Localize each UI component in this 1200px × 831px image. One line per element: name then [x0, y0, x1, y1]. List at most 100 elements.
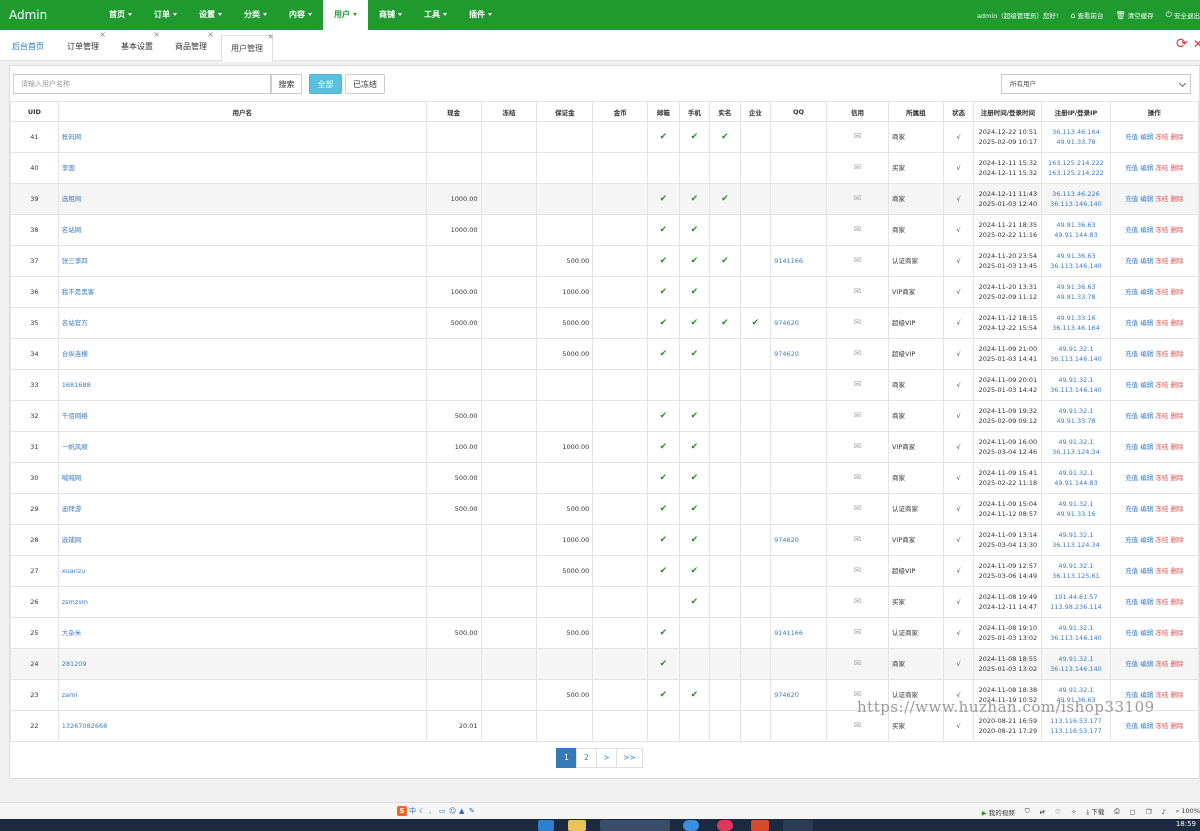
register-ip[interactable]: 36.113.46.226 [1045, 189, 1106, 199]
delete-link[interactable]: 删除 [1170, 133, 1183, 141]
edit-link[interactable]: 编辑 [1140, 133, 1153, 141]
edit-link[interactable]: 编辑 [1140, 319, 1153, 327]
tab-3[interactable]: 商品管理 × [175, 30, 214, 61]
delete-link[interactable]: 删除 [1170, 350, 1183, 358]
delete-link[interactable]: 删除 [1170, 288, 1183, 296]
login-ip[interactable]: 36.113.124.34 [1045, 447, 1106, 457]
nav-item-7[interactable]: 工具 [413, 0, 458, 30]
delete-link[interactable]: 删除 [1170, 226, 1183, 234]
copy-icon[interactable]: ❐ [1146, 808, 1152, 816]
recharge-link[interactable]: 充值 [1125, 722, 1138, 730]
recharge-link[interactable]: 充值 [1125, 443, 1138, 451]
my-video-link[interactable]: ▶ 我的视频 [982, 807, 1015, 817]
register-ip[interactable]: 49.91.32.1 [1045, 530, 1106, 540]
app-taskbar-icon[interactable] [717, 820, 733, 831]
edit-link[interactable]: 编辑 [1140, 195, 1153, 203]
ime-toolbar[interactable]: S 中 ☾ ⸲ ▭ ☺ ▲ ✎ [397, 806, 477, 816]
username-link[interactable]: 一帆风顺 [62, 443, 88, 451]
freeze-link[interactable]: 冻结 [1155, 381, 1168, 389]
freeze-link[interactable]: 冻结 [1155, 598, 1168, 606]
freeze-link[interactable]: 冻结 [1155, 691, 1168, 699]
login-ip[interactable]: 113.116.53.177 [1045, 726, 1106, 736]
delete-link[interactable]: 删除 [1170, 412, 1183, 420]
username-link[interactable]: zami [62, 691, 78, 699]
username-link[interactable]: zsmzsm [62, 598, 88, 606]
register-ip[interactable]: 49.91.32.1 [1045, 623, 1106, 633]
login-ip[interactable]: 36.113.46.164 [1045, 323, 1106, 333]
freeze-link[interactable]: 冻结 [1155, 567, 1168, 575]
filter-all-button[interactable]: 全部 [309, 74, 342, 94]
register-ip[interactable]: 49.91.36.63 [1045, 220, 1106, 230]
username-link[interactable]: 张三李四 [62, 257, 88, 265]
tab-close-icon[interactable]: × [207, 30, 214, 40]
tab-4[interactable]: 用户管理 × [221, 32, 274, 62]
recharge-link[interactable]: 充值 [1125, 598, 1138, 606]
page-button[interactable]: >> [616, 748, 643, 768]
register-ip[interactable]: 49.91.32.1 [1045, 499, 1106, 509]
username-link[interactable]: 名站网 [62, 226, 82, 234]
register-ip[interactable]: 49.91.36.63 [1045, 251, 1106, 261]
recharge-link[interactable]: 充值 [1125, 567, 1138, 575]
zoom-control[interactable]: ⌕ 100% [1176, 807, 1200, 816]
delete-link[interactable]: 删除 [1170, 660, 1183, 668]
register-ip[interactable]: 113.116.53.177 [1045, 716, 1106, 726]
print-icon[interactable]: ⎙ [1114, 807, 1119, 816]
recharge-link[interactable]: 充值 [1125, 257, 1138, 265]
refresh-icon[interactable]: ⟳ [1176, 37, 1188, 51]
username-link[interactable]: 我不是黑客 [62, 288, 95, 296]
browser-taskbar-item[interactable] [600, 820, 670, 831]
register-ip[interactable]: 49.91.32.1 [1045, 437, 1106, 447]
nav-item-1[interactable]: 订单 [143, 0, 188, 30]
username-link[interactable]: 281209 [62, 660, 87, 668]
recharge-link[interactable]: 充值 [1125, 412, 1138, 420]
nav-item-5[interactable]: 用户 [323, 0, 368, 30]
edit-link[interactable]: 编辑 [1140, 350, 1153, 358]
recharge-link[interactable]: 充值 [1125, 288, 1138, 296]
search-input[interactable] [13, 74, 271, 94]
delete-link[interactable]: 删除 [1170, 536, 1183, 544]
login-ip[interactable]: 36.113.125.61 [1045, 571, 1106, 581]
tab-close-icon[interactable]: × [153, 30, 160, 40]
tab-0[interactable]: 后台首页 [12, 33, 44, 61]
delete-link[interactable]: 删除 [1170, 257, 1183, 265]
login-ip[interactable]: 49.91.144.83 [1045, 230, 1106, 240]
edit-link[interactable]: 编辑 [1140, 288, 1153, 296]
username-link[interactable]: 选租网 [62, 195, 82, 203]
brand-logo[interactable]: Admin [9, 8, 47, 22]
edit-link[interactable]: 编辑 [1140, 443, 1153, 451]
username-link[interactable]: 迪拜游 [62, 505, 82, 513]
recharge-link[interactable]: 充值 [1125, 536, 1138, 544]
register-ip[interactable]: 49.91.32.1 [1045, 468, 1106, 478]
edit-link[interactable]: 编辑 [1140, 164, 1153, 172]
freeze-link[interactable]: 冻结 [1155, 722, 1168, 730]
edit-link[interactable]: 编辑 [1140, 660, 1153, 668]
recharge-link[interactable]: 充值 [1125, 350, 1138, 358]
register-ip[interactable]: 49.91.36.63 [1045, 282, 1106, 292]
register-ip[interactable]: 49.91.32.1 [1045, 406, 1106, 416]
broom-icon[interactable]: ✧ [1071, 808, 1076, 816]
register-ip[interactable]: 101.44.81.57 [1045, 592, 1106, 602]
delete-link[interactable]: 删除 [1170, 164, 1183, 172]
username-link[interactable]: 1681688 [62, 381, 91, 389]
login-ip[interactable]: 36.113.146.140 [1045, 199, 1106, 209]
freeze-link[interactable]: 冻结 [1155, 660, 1168, 668]
heart-icon[interactable]: ♡ [1055, 808, 1061, 816]
edit-link[interactable]: 编辑 [1140, 226, 1153, 234]
office-taskbar-icon[interactable] [751, 820, 769, 831]
delete-link[interactable]: 删除 [1170, 381, 1183, 389]
edit-link[interactable]: 编辑 [1140, 567, 1153, 575]
nav-item-8[interactable]: 插件 [458, 0, 503, 30]
freeze-link[interactable]: 冻结 [1155, 443, 1168, 451]
freeze-link[interactable]: 冻结 [1155, 164, 1168, 172]
edit-link[interactable]: 编辑 [1140, 629, 1153, 637]
nav-item-0[interactable]: 首页 [98, 0, 143, 30]
register-ip[interactable]: 49.91.32.1 [1045, 654, 1106, 664]
recharge-link[interactable]: 充值 [1125, 381, 1138, 389]
register-ip[interactable]: 49.91.32.1 [1045, 344, 1106, 354]
username-link[interactable]: xuanzu [62, 567, 86, 575]
recharge-link[interactable]: 充值 [1125, 319, 1138, 327]
edit-link[interactable]: 编辑 [1140, 505, 1153, 513]
nav-item-4[interactable]: 内容 [278, 0, 323, 30]
recharge-link[interactable]: 充值 [1125, 195, 1138, 203]
delete-link[interactable]: 删除 [1170, 443, 1183, 451]
